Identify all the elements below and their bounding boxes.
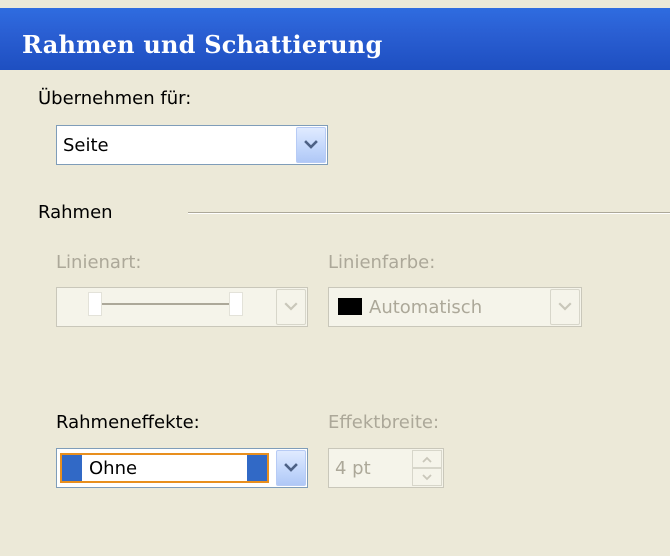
chevron-down-icon <box>304 140 318 149</box>
apply-to-label: Übernehmen für: <box>38 88 192 109</box>
border-effects-selected-field[interactable]: Ohne <box>60 453 269 483</box>
chevron-down-icon <box>284 302 298 311</box>
dialog-title: Rahmen und Schattierung <box>22 30 383 59</box>
apply-to-dropdown-button[interactable] <box>296 127 326 163</box>
effect-width-decrement-button[interactable] <box>412 468 442 486</box>
effect-width-label: Effektbreite: <box>328 412 440 433</box>
border-effects-dropdown[interactable]: Ohne <box>56 448 308 488</box>
line-color-value: Automatisch <box>369 296 483 318</box>
line-style-start-handle <box>88 292 102 316</box>
line-color-dropdown-button[interactable] <box>550 289 580 325</box>
selection-highlight-right <box>247 455 267 481</box>
border-effects-value: Ohne <box>89 457 138 479</box>
apply-to-value: Seite <box>63 134 109 156</box>
line-color-label: Linienfarbe: <box>328 252 436 273</box>
line-color-dropdown[interactable]: Automatisch <box>328 287 582 327</box>
chevron-down-icon <box>284 463 298 472</box>
chevron-down-icon <box>422 473 432 480</box>
selection-highlight-left <box>62 455 82 481</box>
line-style-label: Linienart: <box>56 252 142 273</box>
apply-to-dropdown[interactable]: Seite <box>56 125 328 165</box>
line-color-swatch <box>338 298 362 315</box>
border-section-label: Rahmen <box>38 202 113 223</box>
line-style-preview <box>92 303 238 305</box>
line-style-dropdown-button[interactable] <box>276 289 306 325</box>
line-style-end-handle <box>229 292 243 316</box>
effect-width-increment-button[interactable] <box>412 450 442 468</box>
effect-width-value: 4 pt <box>335 457 371 479</box>
border-section-separator <box>188 212 670 214</box>
effect-width-spinner[interactable]: 4 pt <box>328 448 444 488</box>
border-effects-dropdown-button[interactable] <box>276 450 306 486</box>
border-effects-label: Rahmeneffekte: <box>56 412 200 433</box>
chevron-down-icon <box>558 302 572 311</box>
dialog-title-bar[interactable]: Rahmen und Schattierung <box>0 8 670 70</box>
chevron-up-icon <box>422 456 432 463</box>
